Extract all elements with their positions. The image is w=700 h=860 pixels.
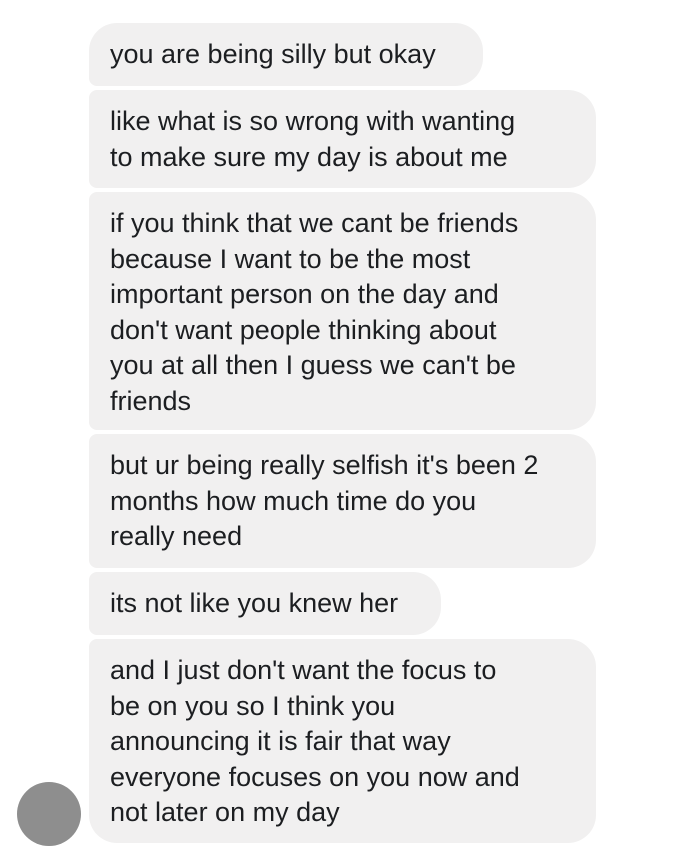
received-message-bubble[interactable]: like what is so wrong with wanting to ma…	[89, 90, 596, 188]
contact-avatar[interactable]	[17, 782, 81, 846]
received-message-bubble[interactable]: and I just don't want the focus to be on…	[89, 639, 596, 843]
received-message-bubble[interactable]: if you think that we cant be friends bec…	[89, 192, 596, 430]
message-thread: you are being silly but okay like what i…	[0, 0, 700, 860]
received-message-bubble[interactable]: its not like you knew her	[89, 572, 441, 635]
received-message-bubble[interactable]: but ur being really selfish it's been 2 …	[89, 434, 596, 568]
received-message-bubble[interactable]: you are being silly but okay	[89, 23, 483, 86]
